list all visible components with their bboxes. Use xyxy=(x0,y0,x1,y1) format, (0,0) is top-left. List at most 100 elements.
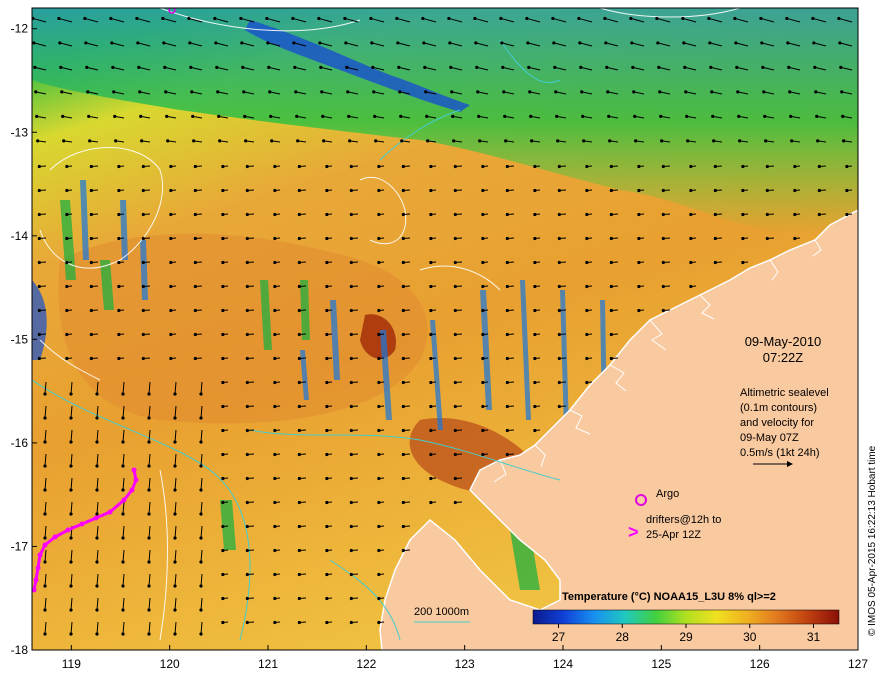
velocity-arrow-head xyxy=(481,236,485,241)
velocity-arrow-head xyxy=(689,260,693,265)
velocity-arrow-head xyxy=(322,139,326,143)
velocity-arrow-head xyxy=(273,428,277,433)
velocity-arrow-head xyxy=(632,90,636,94)
velocity-arrow-head xyxy=(579,65,583,69)
lat-tick-label: -16 xyxy=(11,436,29,450)
velocity-arrow-head xyxy=(707,16,711,21)
velocity-arrow-head xyxy=(89,188,93,193)
velocity-arrow-head xyxy=(658,90,662,94)
velocity-arrow-head xyxy=(111,65,115,69)
velocity-arrow-head xyxy=(121,584,125,588)
velocity-arrow-head xyxy=(95,416,99,420)
velocity-arrow-head xyxy=(713,212,717,217)
velocity-arrow-head xyxy=(169,212,173,217)
velocity-arrow-head xyxy=(117,164,121,169)
velocity-arrow-head xyxy=(481,404,485,409)
velocity-arrow-head xyxy=(117,332,121,337)
velocity-arrow-head xyxy=(221,212,225,217)
velocity-arrow-head xyxy=(240,41,244,45)
velocity-arrow-head xyxy=(266,41,270,45)
velocity-arrow-head xyxy=(221,380,225,385)
velocity-arrow-head xyxy=(297,164,301,169)
velocity-arrow-head xyxy=(349,404,353,409)
velocity-arrow-head xyxy=(169,284,173,289)
velocity-arrow-head xyxy=(65,236,69,241)
velocity-arrow-head xyxy=(741,164,745,169)
colorbar-gradient xyxy=(532,609,840,625)
velocity-arrow-head xyxy=(377,260,381,265)
velocity-arrow-head xyxy=(325,260,329,265)
velocity-arrow-head xyxy=(270,139,274,143)
velocity-arrow-head xyxy=(525,16,529,21)
velocity-arrow-head xyxy=(369,16,373,21)
velocity-arrow-head xyxy=(401,380,405,385)
velocity-arrow-head xyxy=(221,284,225,289)
time-label: 07:22Z xyxy=(763,350,804,365)
velocity-arrow-head xyxy=(169,236,173,241)
velocity-arrow-head xyxy=(193,188,197,193)
velocity-arrow-head xyxy=(317,16,321,21)
velocity-arrow-head xyxy=(193,260,197,265)
velocity-arrow-head xyxy=(221,356,225,361)
velocity-arrow-head xyxy=(37,236,41,241)
velocity-arrow-head xyxy=(268,90,272,94)
velocity-arrow-head xyxy=(121,488,125,492)
velocity-arrow-head xyxy=(349,164,353,169)
velocity-arrow-head xyxy=(765,164,769,169)
velocity-arrow-head xyxy=(609,188,613,193)
velocity-arrow-head xyxy=(345,65,349,69)
velocity-arrow-head xyxy=(481,428,485,433)
velocity-arrow-head xyxy=(325,164,329,169)
velocity-arrow-head xyxy=(37,308,41,313)
velocity-arrow-head xyxy=(585,260,589,265)
velocity-arrow-head xyxy=(377,212,381,217)
velocity-arrow-head xyxy=(213,16,217,21)
velocity-arrow-head xyxy=(689,284,693,289)
velocity-arrow-head xyxy=(121,536,125,540)
velocity-arrow-head xyxy=(429,404,433,409)
velocity-arrow-head xyxy=(245,332,249,337)
drifter-fix xyxy=(33,577,39,583)
velocity-arrow-head xyxy=(325,356,329,361)
velocity-arrow-head xyxy=(221,548,225,553)
velocity-arrow-head xyxy=(65,284,69,289)
velocity-arrow-head xyxy=(89,356,93,361)
velocity-arrow-head xyxy=(637,260,641,265)
velocity-arrow-head xyxy=(141,212,145,217)
velocity-arrow-head xyxy=(69,632,73,636)
velocity-arrow-head xyxy=(349,548,353,553)
velocity-arrow-head xyxy=(273,260,277,265)
velocity-arrow-head xyxy=(43,608,47,612)
velocity-arrow-head xyxy=(347,114,351,118)
velocity-arrow-head xyxy=(735,65,739,69)
velocity-arrow-head xyxy=(32,41,36,45)
velocity-arrow-head xyxy=(169,188,173,193)
velocity-arrow-head xyxy=(397,65,401,69)
velocity-arrow-head xyxy=(481,308,485,313)
velocity-arrow-head xyxy=(557,404,561,409)
velocity-arrow-head xyxy=(147,392,151,396)
velocity-arrow-head xyxy=(89,212,93,217)
velocity-arrow-head xyxy=(57,16,61,21)
velocity-arrow-head xyxy=(533,236,537,241)
velocity-arrow-head xyxy=(199,584,203,588)
velocity-arrow-head xyxy=(297,332,301,337)
velocity-arrow-head xyxy=(141,188,145,193)
velocity-arrow-head xyxy=(221,428,225,433)
velocity-arrow-head xyxy=(557,188,561,193)
velocity-arrow-head xyxy=(43,392,47,396)
velocity-arrow-head xyxy=(112,90,116,94)
velocity-arrow-head xyxy=(348,139,352,143)
velocity-arrow-head xyxy=(325,476,329,481)
velocity-arrow-head xyxy=(218,139,222,143)
velocity-arrow-head xyxy=(533,260,537,265)
velocity-arrow-head xyxy=(453,356,457,361)
velocity-arrow-head xyxy=(189,65,193,69)
velocity-arrow-head xyxy=(60,90,64,94)
velocity-arrow-head xyxy=(62,139,66,143)
velocity-arrow-head xyxy=(349,500,353,505)
velocity-arrow-head xyxy=(69,464,73,468)
velocity-arrow-head xyxy=(475,65,479,69)
velocity-arrow-head xyxy=(578,41,582,45)
velocity-arrow-head xyxy=(377,548,381,553)
